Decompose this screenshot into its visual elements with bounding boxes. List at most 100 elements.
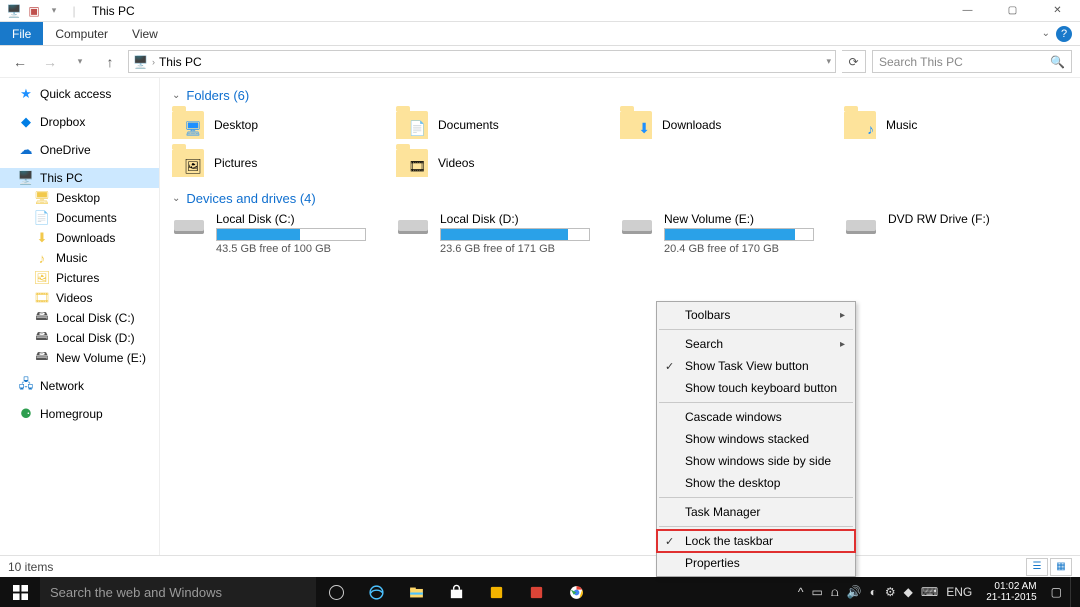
show-desktop-button[interactable] bbox=[1070, 577, 1076, 607]
tab-computer[interactable]: Computer bbox=[43, 22, 120, 45]
sidebar-item-label: Pictures bbox=[56, 271, 99, 285]
ctx-show-desktop[interactable]: Show the desktop bbox=[657, 472, 855, 494]
folder-desktop[interactable]: 🖥Desktop bbox=[172, 109, 372, 141]
taskbar-search-input[interactable]: Search the web and Windows bbox=[40, 577, 316, 607]
refresh-button[interactable]: ⟳ bbox=[842, 50, 866, 73]
taskbar-chrome[interactable] bbox=[556, 577, 596, 607]
tray-app-icon[interactable]: ◆ bbox=[904, 585, 913, 599]
breadcrumb[interactable]: This PC bbox=[159, 55, 202, 69]
up-button[interactable]: ↑ bbox=[98, 50, 122, 74]
folder-videos[interactable]: 🎞Videos bbox=[396, 147, 596, 179]
sidebar-item-locald[interactable]: 🖴Local Disk (D:) bbox=[0, 328, 159, 348]
ctx-task-manager[interactable]: Task Manager bbox=[657, 501, 855, 523]
address-bar-row: ← → ▾ ↑ 🖥️ › This PC ▾ ⟳ Search This PC … bbox=[0, 46, 1080, 78]
sidebar-item-onedrive[interactable]: ☁OneDrive bbox=[0, 140, 159, 160]
sidebar-item-pictures[interactable]: 🖼Pictures bbox=[0, 268, 159, 288]
search-input[interactable]: Search This PC 🔍 bbox=[872, 50, 1072, 73]
sidebar-item-documents[interactable]: 📄Documents bbox=[0, 208, 159, 228]
sidebar-item-homegroup[interactable]: ⚈Homegroup bbox=[0, 404, 159, 424]
videos-icon: 🎞 bbox=[34, 290, 50, 306]
folder-pictures[interactable]: 🖼Pictures bbox=[172, 147, 372, 179]
sidebar-item-label: Desktop bbox=[56, 191, 100, 205]
tray-keyboard-icon[interactable]: ⌨ bbox=[921, 585, 938, 599]
documents-icon: 📄 bbox=[34, 210, 50, 226]
ctx-properties[interactable]: Properties bbox=[657, 552, 855, 574]
tab-file[interactable]: File bbox=[0, 22, 43, 45]
chevron-down-icon: ⌄ bbox=[172, 90, 180, 101]
section-folders-header[interactable]: ⌄ Folders (6) bbox=[172, 88, 1068, 103]
drive-icon bbox=[396, 212, 430, 242]
view-tiles-button[interactable]: ▦ bbox=[1050, 558, 1072, 576]
sidebar-item-dropbox[interactable]: ◆Dropbox bbox=[0, 112, 159, 132]
sidebar-item-network[interactable]: 🖧Network bbox=[0, 376, 159, 396]
sidebar-item-this-pc[interactable]: 🖥️This PC bbox=[0, 168, 159, 188]
ctx-cascade[interactable]: Cascade windows bbox=[657, 406, 855, 428]
maximize-button[interactable]: ▢ bbox=[990, 0, 1035, 22]
drive-item[interactable]: Local Disk (C:)43.5 GB free of 100 GB bbox=[172, 212, 372, 255]
sidebar-item-localc[interactable]: 🖴Local Disk (C:) bbox=[0, 308, 159, 328]
drive-item[interactable]: New Volume (E:)20.4 GB free of 170 GB bbox=[620, 212, 820, 255]
drive-item[interactable]: Local Disk (D:)23.6 GB free of 171 GB bbox=[396, 212, 596, 255]
ctx-sidebyside[interactable]: Show windows side by side bbox=[657, 450, 855, 472]
folder-label: Desktop bbox=[214, 118, 258, 132]
folder-icon: 📄 bbox=[396, 111, 428, 139]
tray-app-icon[interactable]: ◐ bbox=[870, 585, 877, 599]
properties-icon[interactable]: ▣ bbox=[26, 3, 42, 19]
tray-battery-icon[interactable]: ▭ bbox=[812, 585, 823, 599]
sidebar-item-videos[interactable]: 🎞 Videos bbox=[0, 288, 159, 308]
sidebar-item-desktop[interactable]: 🖥Desktop bbox=[0, 188, 159, 208]
tray-wifi-icon[interactable]: ⩍ bbox=[831, 585, 839, 600]
drive-item[interactable]: DVD RW Drive (F:) bbox=[844, 212, 1044, 255]
folder-music[interactable]: ♪Music bbox=[844, 109, 1044, 141]
sidebar-item-label: Videos bbox=[56, 291, 92, 305]
chevron-right-icon[interactable]: › bbox=[152, 57, 155, 67]
help-icon[interactable]: ? bbox=[1056, 26, 1072, 42]
folder-documents[interactable]: 📄Documents bbox=[396, 109, 596, 141]
taskbar-edge[interactable] bbox=[356, 577, 396, 607]
start-button[interactable] bbox=[0, 577, 40, 607]
sidebar-item-downloads[interactable]: ⬇Downloads bbox=[0, 228, 159, 248]
ribbon-expand-icon[interactable]: ⌄ bbox=[1042, 28, 1050, 39]
system-tray: ^ ▭ ⩍ 🔊 ◐ ⚙ ◆ ⌨ ENG 01:02 AM 21-11-2015 … bbox=[794, 577, 1080, 607]
tray-clock[interactable]: 01:02 AM 21-11-2015 bbox=[980, 581, 1042, 603]
ctx-search[interactable]: Search▸ bbox=[657, 333, 855, 355]
view-details-button[interactable]: ☰ bbox=[1026, 558, 1048, 576]
section-drives-header[interactable]: ⌄ Devices and drives (4) bbox=[172, 191, 1068, 206]
tab-view[interactable]: View bbox=[120, 22, 170, 45]
tray-language[interactable]: ENG bbox=[946, 585, 972, 599]
taskbar-app-red[interactable] bbox=[516, 577, 556, 607]
action-center-icon[interactable]: ▢ bbox=[1051, 585, 1062, 599]
tray-app-icon[interactable]: ⚙ bbox=[885, 585, 896, 599]
back-button[interactable]: ← bbox=[8, 50, 32, 74]
sidebar-item-newvol[interactable]: 🖴New Volume (E:) bbox=[0, 348, 159, 368]
address-dropdown-icon[interactable]: ▾ bbox=[826, 56, 831, 67]
minimize-button[interactable]: — bbox=[945, 0, 990, 22]
sidebar-item-label: Downloads bbox=[56, 231, 115, 245]
sidebar-item-music[interactable]: ♪Music bbox=[0, 248, 159, 268]
drive-usage-bar bbox=[664, 228, 814, 241]
recent-locations-dropdown[interactable]: ▾ bbox=[68, 50, 92, 74]
sidebar-item-label: Local Disk (C:) bbox=[56, 311, 135, 325]
taskbar-file-explorer[interactable] bbox=[396, 577, 436, 607]
address-bar[interactable]: 🖥️ › This PC ▾ bbox=[128, 50, 836, 73]
ctx-show-task-view[interactable]: ✓Show Task View button bbox=[657, 355, 855, 377]
task-view-button[interactable] bbox=[316, 577, 356, 607]
ctx-show-touch-kb[interactable]: Show touch keyboard button bbox=[657, 377, 855, 399]
sidebar-item-label: Local Disk (D:) bbox=[56, 331, 135, 345]
this-pc-icon: 🖥️ bbox=[6, 3, 22, 19]
qat-dropdown-icon[interactable]: ▾ bbox=[46, 3, 62, 19]
tray-overflow-icon[interactable]: ^ bbox=[798, 585, 804, 599]
taskbar-store[interactable] bbox=[436, 577, 476, 607]
forward-button[interactable]: → bbox=[38, 50, 62, 74]
status-bar: 10 items ☰ ▦ bbox=[0, 555, 1080, 577]
ctx-toolbars[interactable]: Toolbars▸ bbox=[657, 304, 855, 326]
content-pane: ⌄ Folders (6) 🖥Desktop 📄Documents ⬇Downl… bbox=[160, 78, 1080, 555]
ctx-label: Toolbars bbox=[685, 308, 730, 322]
sidebar-item-quick-access[interactable]: ★Quick access bbox=[0, 84, 159, 104]
ctx-stacked[interactable]: Show windows stacked bbox=[657, 428, 855, 450]
folder-downloads[interactable]: ⬇Downloads bbox=[620, 109, 820, 141]
close-button[interactable]: ✕ bbox=[1035, 0, 1080, 22]
tray-volume-icon[interactable]: 🔊 bbox=[847, 585, 862, 599]
ctx-lock-taskbar[interactable]: ✓Lock the taskbar bbox=[657, 530, 855, 552]
taskbar-app-yellow[interactable] bbox=[476, 577, 516, 607]
